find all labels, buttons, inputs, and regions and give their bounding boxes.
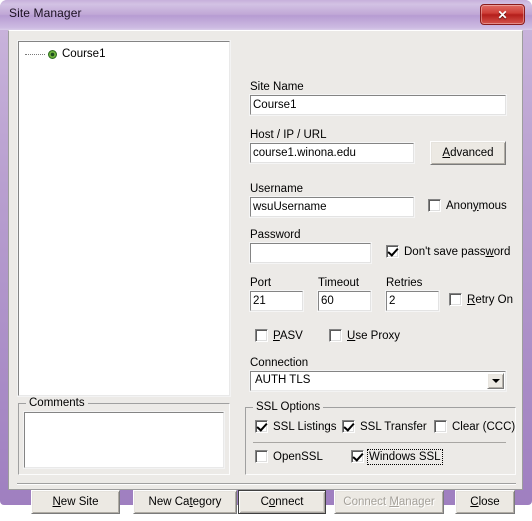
ssl-listings-checkbox-label: SSL Listings [273, 420, 337, 433]
site-tree[interactable]: Course1 [17, 40, 231, 397]
retries-label: Retries [386, 277, 423, 289]
windows-ssl-checkbox[interactable]: Windows SSL [351, 448, 443, 465]
ssl-options-group-title: SSL Options [253, 401, 324, 413]
close-dialog-button-label: Close [470, 496, 500, 508]
ssl-options-group: SSL Options SSL Listings SSL Transfer Cl… [245, 401, 516, 475]
ssl-listings-checkbox[interactable]: SSL Listings [255, 420, 337, 433]
connect-manager-button-label: Connect Manager [343, 496, 435, 508]
anonymous-checkbox[interactable]: Anonymous [428, 199, 507, 212]
window-title: Site Manager [9, 6, 82, 20]
site-manager-window: Site Manager ✕ Course1 Comments Site Nam… [0, 0, 532, 514]
new-category-button[interactable]: New Category [133, 490, 237, 514]
comments-textarea[interactable] [23, 411, 225, 469]
title-bar[interactable]: Site Manager ✕ [0, 0, 532, 30]
pasv-checkbox-label: PASV [273, 329, 303, 342]
comments-group: Comments [18, 397, 230, 475]
site-name-label: Site Name [250, 81, 304, 93]
clear-ccc-checkbox-label: Clear (CCC) [452, 420, 516, 433]
openssl-checkbox[interactable]: OpenSSL [255, 450, 323, 463]
anonymous-checkbox-box [428, 199, 441, 212]
close-icon: ✕ [497, 7, 508, 22]
retry-on-checkbox-box [449, 293, 462, 306]
connection-select-value: AUTH TLS [255, 374, 311, 386]
connect-manager-button: Connect Manager [334, 490, 444, 514]
tree-item-label: Course1 [62, 48, 106, 60]
password-label: Password [250, 229, 301, 241]
dont-save-password-checkbox-box [386, 245, 399, 258]
tree-item-course1[interactable]: Course1 [25, 48, 105, 60]
timeout-input[interactable]: 60 [317, 290, 372, 312]
pasv-checkbox-box [255, 329, 268, 342]
clear-ccc-checkbox[interactable]: Clear (CCC) [434, 420, 515, 433]
host-label: Host / IP / URL [250, 129, 327, 141]
chevron-down-icon[interactable] [487, 373, 504, 389]
close-dialog-button[interactable]: Close [455, 490, 515, 514]
dont-save-password-checkbox[interactable]: Don't save password [386, 245, 510, 258]
clear-ccc-checkbox-box [434, 420, 447, 433]
new-site-button[interactable]: New Site [31, 490, 120, 514]
password-input[interactable] [249, 242, 372, 264]
connect-button[interactable]: Connect [238, 490, 326, 514]
retries-input[interactable]: 2 [385, 290, 440, 312]
ssl-options-separator [253, 442, 506, 443]
dialog-client-area: Course1 Comments Site Name Course1 Host … [8, 30, 523, 514]
retry-on-checkbox-label: Retry On [467, 293, 514, 306]
dont-save-password-checkbox-label: Don't save password [404, 245, 511, 258]
ssl-transfer-checkbox[interactable]: SSL Transfer [342, 420, 427, 433]
timeout-label: Timeout [318, 277, 360, 289]
dialog-button-bar: New Site New Category Connect Connect Ma… [17, 483, 516, 521]
use-proxy-checkbox[interactable]: Use Proxy [329, 329, 400, 342]
anonymous-checkbox-label: Anonymous [446, 199, 507, 212]
use-proxy-checkbox-label: Use Proxy [347, 329, 401, 342]
advanced-button-label: Advanced [442, 147, 494, 159]
ssl-transfer-checkbox-label: SSL Transfer [360, 420, 427, 433]
tree-connector-line [25, 54, 45, 55]
ssl-transfer-checkbox-box [342, 420, 355, 433]
new-category-button-label: New Category [148, 496, 222, 508]
port-input[interactable]: 21 [249, 290, 304, 312]
connection-select[interactable]: AUTH TLS [249, 370, 507, 392]
close-button[interactable]: ✕ [480, 4, 525, 25]
username-input[interactable]: wsuUsername [249, 196, 415, 218]
use-proxy-checkbox-box [329, 329, 342, 342]
windows-ssl-checkbox-label: Windows SSL [367, 448, 443, 465]
connection-label: Connection [250, 357, 309, 369]
openssl-checkbox-box [255, 450, 268, 463]
retry-on-checkbox[interactable]: Retry On [449, 293, 513, 306]
advanced-button[interactable]: Advanced [430, 141, 506, 165]
site-node-icon [48, 49, 57, 59]
site-name-input[interactable]: Course1 [249, 94, 507, 116]
windows-ssl-checkbox-box [351, 450, 364, 463]
host-input[interactable]: course1.winona.edu [249, 142, 415, 164]
username-label: Username [250, 183, 304, 195]
connect-button-label: Connect [260, 496, 304, 508]
comments-group-title: Comments [26, 397, 88, 409]
ssl-listings-checkbox-box [255, 420, 268, 433]
port-label: Port [250, 277, 272, 289]
new-site-button-label: New Site [52, 496, 99, 508]
openssl-checkbox-label: OpenSSL [273, 450, 323, 463]
pasv-checkbox[interactable]: PASV [255, 329, 303, 342]
